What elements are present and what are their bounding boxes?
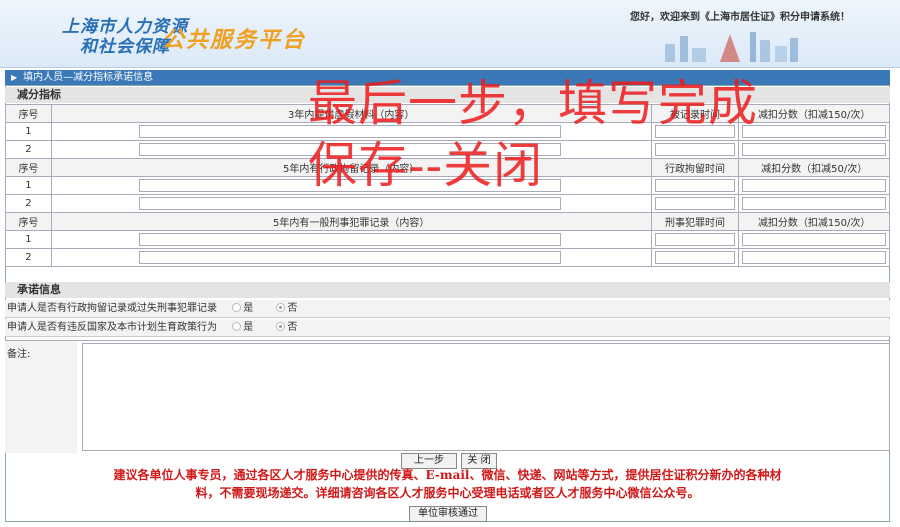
deduction-header-row: 序号 5年内有一般刑事犯罪记录（内容） 刑事犯罪时间 减扣分数（扣减150/次） (5, 212, 890, 231)
col-header-no: 序号 (5, 104, 52, 123)
time-cell (650, 248, 740, 267)
col-header-content: 5年内有一般刑事犯罪记录（内容） (50, 212, 652, 231)
content-input[interactable] (138, 197, 561, 210)
score-input[interactable] (742, 197, 886, 210)
time-cell (650, 230, 740, 249)
table-row: 2 (5, 194, 890, 213)
score-cell (738, 230, 890, 249)
notice-line1: 建议各单位人事专员，通过各区人才服务中心提供的传真、E-mail、微信、快递、网… (113, 468, 782, 482)
radio-checked-icon (276, 322, 286, 331)
radio-no-label: 否 (287, 303, 298, 314)
row-number: 2 (5, 248, 52, 267)
content-input[interactable] (138, 251, 561, 264)
row-number: 1 (5, 230, 52, 249)
time-cell (650, 176, 740, 195)
content-cell (50, 230, 652, 249)
row-number: 2 (5, 194, 52, 213)
content-cell (50, 248, 652, 267)
score-input[interactable] (742, 233, 886, 246)
score-cell (738, 176, 890, 195)
remark-label: 备注: (5, 341, 77, 453)
remark-row: 备注: (5, 340, 890, 453)
promise-title: 承诺信息 (5, 282, 890, 298)
notice-text: 建议各单位人事专员，通过各区人才服务中心提供的传真、E-mail、微信、快递、网… (5, 466, 890, 502)
content-input[interactable] (138, 233, 561, 246)
time-input[interactable] (654, 251, 736, 264)
promise-q1-label: 申请人是否有行政拘留记录或过失刑事犯罪记录 (7, 303, 217, 314)
row-number: 1 (5, 176, 52, 195)
col-header-score: 减扣分数（扣减50/次） (738, 158, 890, 177)
page-header: 上海市人力资源 和社会保障 公共服务平台 您好，欢迎来到《上海市居住证》积分申请… (0, 0, 900, 68)
promise-q1-row: 申请人是否有行政拘留记录或过失刑事犯罪记录 是 否 (5, 300, 890, 318)
time-input[interactable] (654, 179, 736, 192)
col-header-no: 序号 (5, 212, 52, 231)
welcome-text: 您好，欢迎来到《上海市居住证》积分申请系统！ (630, 12, 850, 23)
city-skyline-icon (665, 32, 798, 62)
radio-icon (232, 322, 242, 331)
row-number: 1 (5, 122, 52, 141)
time-cell (650, 194, 740, 213)
time-input[interactable] (654, 233, 736, 246)
radio-checked-icon (276, 303, 286, 312)
section-bar-label: 填内人员—减分指标承诺信息 (23, 72, 154, 83)
radio-q1-no[interactable]: 否 (276, 303, 297, 314)
score-input[interactable] (742, 125, 886, 138)
score-cell (738, 122, 890, 141)
radio-icon (232, 303, 242, 312)
notice-line2: 料，不需要现场递交。详细请咨询各区人才服务中心受理电话或者区人才服务中心微信公众… (195, 486, 700, 500)
score-cell (738, 140, 890, 159)
logo-platform: 公共服务平台 (162, 28, 307, 53)
table-row: 1 (5, 230, 890, 249)
promise-q2-row: 申请人是否有违反国家及本市计划生育政策行为 是 否 (5, 319, 890, 337)
logo-line2: 和社会保障 (80, 37, 170, 57)
col-header-time: 行政拘留时间 (650, 158, 740, 177)
col-header-time: 刑事犯罪时间 (650, 212, 740, 231)
time-input[interactable] (654, 143, 736, 156)
radio-yes-label: 是 (243, 322, 254, 333)
score-input[interactable] (742, 179, 886, 192)
score-input[interactable] (742, 143, 886, 156)
promise-q2-label: 申请人是否有违反国家及本市计划生育政策行为 (7, 322, 217, 333)
radio-yes-label: 是 (243, 303, 254, 314)
time-input[interactable] (654, 197, 736, 210)
overlay-annotation-line2: 保存--关闭 (308, 137, 544, 194)
col-header-no: 序号 (5, 158, 52, 177)
approve-button[interactable]: 单位审核通过 (409, 506, 487, 522)
overlay-annotation-line1: 最后一步，填写完成 (308, 75, 759, 132)
table-row: 2 (5, 248, 890, 267)
score-input[interactable] (742, 251, 886, 264)
radio-q2-yes[interactable]: 是 (232, 322, 253, 333)
score-cell (738, 248, 890, 267)
remark-textarea[interactable] (82, 343, 890, 451)
radio-q1-yes[interactable]: 是 (232, 303, 253, 314)
col-header-score: 减扣分数（扣减150/次） (738, 104, 890, 123)
time-cell (650, 140, 740, 159)
col-header-score: 减扣分数（扣减150/次） (738, 212, 890, 231)
score-cell (738, 194, 890, 213)
content-cell (50, 194, 652, 213)
radio-q2-no[interactable]: 否 (276, 322, 297, 333)
row-number: 2 (5, 140, 52, 159)
radio-no-label: 否 (287, 322, 298, 333)
triangle-right-icon: ▶ (11, 73, 18, 82)
